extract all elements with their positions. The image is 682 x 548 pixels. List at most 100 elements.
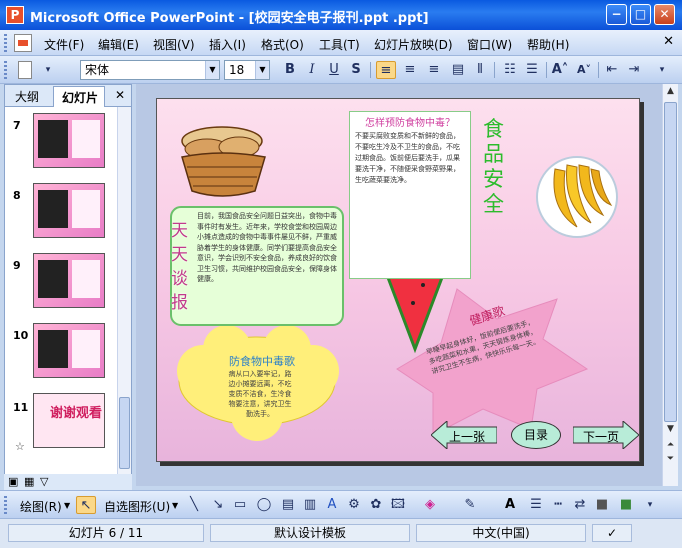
shadow-style-icon[interactable]: ■ [592, 496, 612, 514]
font-color-icon[interactable]: A [500, 496, 520, 514]
toolbar-options-chevron-icon[interactable]: ▾ [38, 61, 58, 79]
panel-scrollbar[interactable] [117, 107, 131, 483]
arrow-style-icon[interactable]: ⇄ [570, 496, 590, 514]
italic-button[interactable]: I [302, 61, 322, 79]
line-color-icon[interactable]: ✎ [460, 496, 480, 514]
clipart-icon[interactable]: ✿ [366, 496, 386, 514]
slideshow-view-icon[interactable]: ▽ [40, 475, 48, 488]
bread-basket-image [181, 126, 266, 197]
toolbar-grip[interactable] [4, 61, 7, 79]
columns-icon[interactable]: ⫴ [470, 61, 490, 79]
diagram-icon[interactable]: ⚙ [344, 496, 364, 514]
decrease-indent-icon[interactable]: ⇤ [602, 61, 622, 79]
next-slide-icon[interactable]: ⏷ [664, 454, 677, 468]
3d-style-icon[interactable]: ■ [616, 496, 636, 514]
font-name-dropdown[interactable]: 宋体 ▼ [80, 60, 220, 80]
tab-slides[interactable]: 幻灯片 [53, 86, 105, 107]
prevent-card[interactable]: 怎样预防食物中毒？ 不要买腐败变质和不新鲜的食品，不要吃生冷及不卫生的食品，不吃… [349, 111, 471, 279]
align-left-button[interactable]: ≡ [376, 61, 396, 79]
distributed-align-icon[interactable]: ▤ [448, 61, 468, 79]
picture-icon[interactable]: 🖾 [388, 496, 408, 514]
normal-view-icon[interactable]: ▣ [8, 475, 18, 488]
dash-style-icon[interactable]: ┅ [548, 496, 568, 514]
spelling-check-icon[interactable]: ✓ [592, 524, 632, 542]
draw-menu[interactable]: 绘图(R) [20, 498, 62, 515]
slide-canvas[interactable]: 怎样预防食物中毒？ 不要买腐败变质和不新鲜的食品，不要吃生冷及不卫生的食品，不吃… [156, 98, 640, 462]
shadow-button[interactable]: S [346, 61, 366, 79]
slide-thumbnail-8[interactable] [33, 183, 105, 238]
font-size-dropdown[interactable]: 18 ▼ [224, 60, 270, 80]
menu-edit[interactable]: 编辑(E) [98, 36, 139, 53]
menu-help[interactable]: 帮助(H) [527, 36, 569, 53]
bullets-icon[interactable]: ☰ [522, 61, 542, 79]
slide-sorter-icon[interactable]: ▦ [24, 475, 34, 488]
align-right-button[interactable]: ≡ [424, 61, 444, 79]
textbox-icon[interactable]: ▤ [278, 496, 298, 514]
tab-outline[interactable]: 大纲 [15, 88, 39, 105]
document-close-icon[interactable]: ✕ [663, 34, 674, 49]
arrow-tool-icon[interactable]: ↘ [208, 496, 228, 514]
menu-tools[interactable]: 工具(T) [319, 36, 360, 53]
scrollbar-thumb[interactable] [664, 102, 677, 422]
toolbar-options-chevron-icon[interactable]: ▾ [652, 61, 672, 79]
rectangle-tool-icon[interactable]: ▭ [230, 496, 250, 514]
menu-slide-button[interactable]: 目录 [511, 421, 561, 449]
panel-close-icon[interactable]: ✕ [115, 88, 125, 102]
slide-thumbnail-7[interactable] [33, 113, 105, 168]
underline-button[interactable]: U [324, 61, 344, 79]
menu-slideshow[interactable]: 幻灯片放映(D) [374, 36, 453, 53]
thumbnail-content [38, 120, 68, 158]
menu-window[interactable]: 窗口(W) [467, 36, 512, 53]
chevron-down-icon[interactable]: ▼ [205, 61, 219, 79]
vertical-banner-title: 天天谈报 [171, 221, 188, 313]
scroll-up-icon[interactable]: ▲ [664, 86, 677, 100]
autoshape-menu[interactable]: 自选图形(U) [104, 498, 170, 515]
oval-tool-icon[interactable]: ◯ [254, 496, 274, 514]
menu-insert[interactable]: 插入(I) [209, 36, 246, 53]
chevron-down-icon[interactable]: ▼ [172, 501, 178, 510]
prevent-text: 不要买腐败变质和不新鲜的食品，不要吃生冷及不卫生的食品，不吃过期食品。饭前便后要… [355, 132, 460, 184]
drawing-toolbar: 绘图(R) ▼ ↖ 自选图形(U) ▼ ╲ ↘ ▭ ◯ ▤ ▥ A ⚙ ✿ 🖾 … [0, 490, 682, 518]
drawbar-grip[interactable] [4, 496, 7, 514]
toolbar-separator [546, 62, 547, 78]
slide-thumbnail-9[interactable] [33, 253, 105, 308]
slide-number: 11 [13, 401, 29, 414]
previous-slide-icon[interactable]: ⏶ [664, 440, 677, 454]
menu-file[interactable]: 文件(F) [44, 36, 84, 53]
chevron-down-icon[interactable]: ▼ [64, 501, 70, 510]
wordart-icon[interactable]: A [322, 496, 342, 514]
menubar-grip[interactable] [4, 34, 7, 52]
food-safety-title: 食品安全 [483, 117, 504, 216]
font-size-value: 18 [229, 63, 245, 77]
thumbnail-content [72, 120, 100, 158]
next-slide-button[interactable]: 下一页 [573, 421, 639, 449]
slide-thumbnail-11[interactable]: 谢谢观看 [33, 393, 105, 448]
fill-color-icon[interactable]: ◈ [420, 496, 440, 514]
align-center-button[interactable]: ≡ [400, 61, 420, 79]
formatting-toolbar: ▾ 宋体 ▼ 18 ▼ B I U S ≡ ≡ ≡ ▤ ⫴ ☷ ☰ A˄ A˅ ⇤ … [0, 56, 682, 84]
new-document-icon[interactable] [18, 61, 32, 79]
vertical-textbox-icon[interactable]: ▥ [300, 496, 320, 514]
menu-view[interactable]: 视图(V) [153, 36, 195, 53]
numbering-icon[interactable]: ☷ [500, 61, 520, 79]
line-style-icon[interactable]: ☰ [526, 496, 546, 514]
increase-font-icon[interactable]: A˄ [550, 61, 570, 79]
increase-indent-icon[interactable]: ⇥ [624, 61, 644, 79]
chevron-down-icon[interactable]: ▼ [255, 61, 269, 79]
close-button[interactable]: ✕ [654, 4, 675, 25]
document-icon[interactable] [14, 34, 32, 52]
slide-thumbnail-10[interactable] [33, 323, 105, 378]
select-pointer-icon[interactable]: ↖ [76, 496, 96, 514]
slide-counter: 幻灯片 6 / 11 [8, 524, 204, 542]
slide-scrollbar[interactable]: ▲ ▼ ⏶ ⏷ [662, 84, 678, 486]
toolbar-options-chevron-icon[interactable]: ▾ [640, 496, 660, 514]
line-tool-icon[interactable]: ╲ [184, 496, 204, 514]
scrollbar-thumb[interactable] [119, 397, 130, 469]
maximize-button[interactable]: □ [630, 4, 651, 25]
prev-slide-button[interactable]: 上一张 [431, 421, 497, 449]
menu-format[interactable]: 格式(O) [261, 36, 304, 53]
minimize-button[interactable]: − [606, 4, 627, 25]
bold-button[interactable]: B [280, 61, 300, 79]
decrease-font-icon[interactable]: A˅ [574, 61, 594, 79]
scroll-down-icon[interactable]: ▼ [664, 424, 677, 438]
